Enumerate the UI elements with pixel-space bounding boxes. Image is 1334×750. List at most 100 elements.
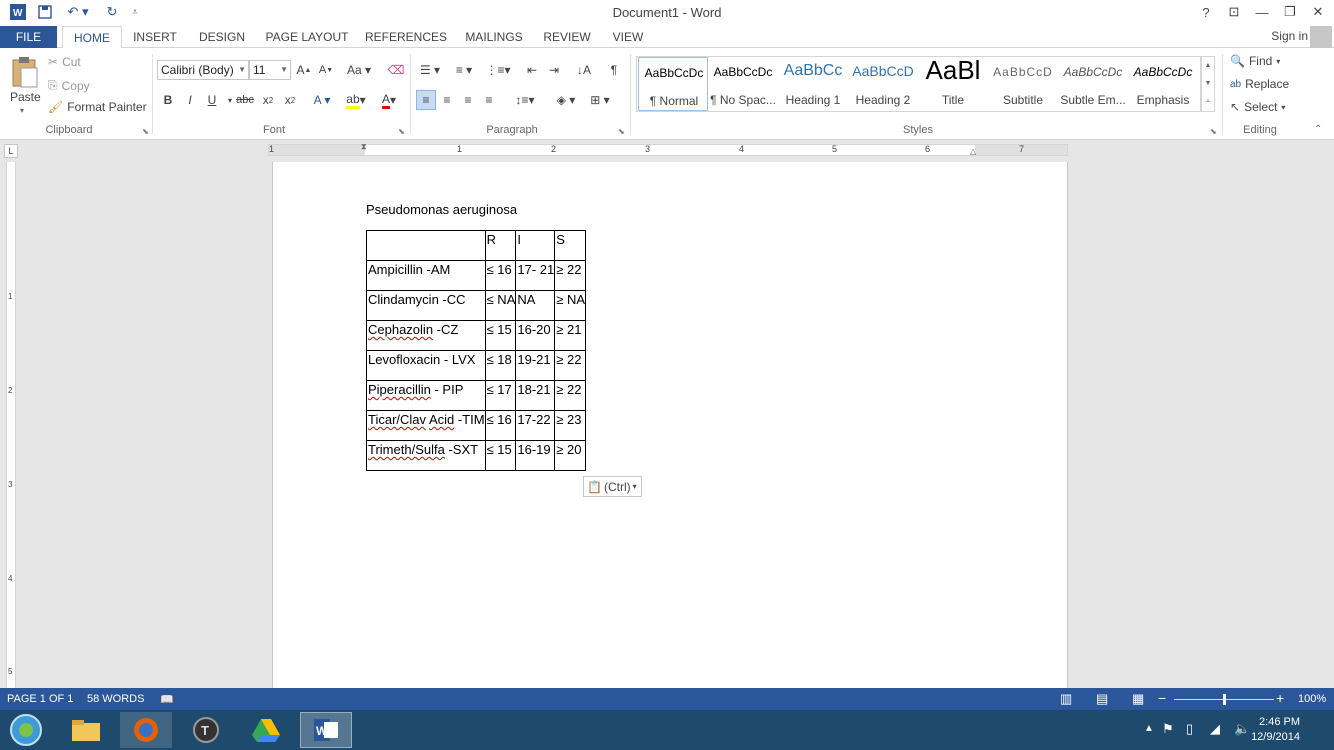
page-count[interactable]: PAGE 1 OF 1 <box>7 693 73 705</box>
table-cell[interactable]: ≤ 15 <box>484 440 517 471</box>
file-explorer-icon[interactable] <box>60 712 112 748</box>
table-cell[interactable]: ≥ 23 <box>554 410 587 441</box>
scroll-up-icon[interactable]: ▲ <box>1202 57 1214 75</box>
document-heading[interactable]: Pseudomonas aeruginosa <box>366 202 517 217</box>
scroll-down-icon[interactable]: ▼ <box>1202 75 1214 93</box>
superscript-button[interactable]: x2 <box>280 90 300 110</box>
select-button[interactable]: ↖ Select ▾ <box>1230 100 1285 114</box>
tab-insert[interactable]: INSERT <box>128 26 182 48</box>
find-button[interactable]: 🔍 Find ▾ <box>1230 54 1280 68</box>
bullets-button[interactable]: ☰ ▾ <box>416 60 444 80</box>
clock[interactable]: 2:46 PM 12/9/2014 <box>1251 715 1300 745</box>
align-center-button[interactable]: ≡ <box>437 90 457 110</box>
action-center-flag-icon[interactable]: ⚑ <box>1162 721 1174 737</box>
table-cell[interactable]: ≥ 22 <box>554 260 587 291</box>
table-cell[interactable]: 18-21 <box>515 380 556 411</box>
subscript-button[interactable]: x2 <box>258 90 278 110</box>
table-cell[interactable]: ≤ NA <box>484 290 517 321</box>
decrease-indent-icon[interactable]: ⇤ <box>522 60 542 80</box>
show-hidden-icons[interactable]: ▲ <box>1144 723 1154 734</box>
minimize-button[interactable]: — <box>1248 2 1276 22</box>
table-cell[interactable]: Clindamycin -CC <box>366 290 486 321</box>
line-spacing-button[interactable]: ↕≡▾ <box>510 90 540 110</box>
font-size-select[interactable]: 11 ▼ <box>249 60 291 80</box>
tab-design[interactable]: DESIGN <box>192 26 252 48</box>
replace-button[interactable]: ab Replace <box>1230 77 1289 91</box>
format-painter-button[interactable]: 🖌 Format Painter <box>48 100 147 114</box>
font-color-button[interactable]: A ▾ <box>374 90 404 110</box>
firefox-icon[interactable] <box>120 712 172 748</box>
volume-icon[interactable]: 🔈 <box>1234 721 1250 737</box>
styles-scroll[interactable]: ▲ ▼ ⩡ <box>1201 56 1215 112</box>
table-cell[interactable]: 17- 21 <box>515 260 556 291</box>
table-cell[interactable]: ≤ 15 <box>484 320 517 351</box>
table-cell[interactable]: ≥ 22 <box>554 350 587 381</box>
numbering-button[interactable]: ≡ ▾ <box>450 60 478 80</box>
highlight-color-button[interactable]: ab ▾ <box>340 90 372 110</box>
read-mode-icon[interactable]: ▥ <box>1060 691 1072 707</box>
table-cell[interactable]: ≤ 16 <box>484 410 517 441</box>
copy-button[interactable]: ⎘ Copy <box>48 78 90 93</box>
right-indent-marker-icon[interactable]: △ <box>970 147 976 156</box>
table-cell[interactable]: 16-19 <box>515 440 556 471</box>
mic-table[interactable]: R I S Ampicillin -AM ≤ 16 17- 21 ≥ 22 Cl… <box>366 230 587 471</box>
table-cell[interactable]: Ampicillin -AM <box>366 260 486 291</box>
table-cell[interactable]: ≤ 18 <box>484 350 517 381</box>
table-cell[interactable]: Piperacillin - PIP <box>366 380 486 411</box>
paste-options-button[interactable]: 📋 (Ctrl) ▾ <box>583 476 642 497</box>
tab-mailings[interactable]: MAILINGS <box>458 26 530 48</box>
word-count[interactable]: 58 WORDS <box>87 693 144 705</box>
shrink-font-button[interactable]: A ▼ <box>316 60 336 80</box>
collapse-ribbon-icon[interactable]: ⌃ <box>1314 124 1322 135</box>
table-cell[interactable]: 17-22 <box>515 410 556 441</box>
tab-home[interactable]: HOME <box>62 26 122 49</box>
font-launcher-icon[interactable]: ⬊ <box>398 127 405 136</box>
tab-references[interactable]: REFERENCES <box>364 26 448 48</box>
underline-button[interactable]: U <box>202 90 222 110</box>
table-cell[interactable]: Ticar/Clav Acid -TIM <box>366 410 486 441</box>
change-case-button[interactable]: Aa ▾ <box>344 60 374 80</box>
table-cell[interactable] <box>366 230 486 261</box>
restore-button[interactable]: ❐ <box>1276 2 1304 22</box>
cut-button[interactable]: ✂ Cut <box>48 55 81 69</box>
table-cell[interactable]: R <box>484 230 517 261</box>
style-subtle-emphasis[interactable]: AaBbCcDc Subtle Em... <box>1058 57 1128 111</box>
table-cell[interactable]: Cephazolin -CZ <box>366 320 486 351</box>
italic-button[interactable]: I <box>180 90 200 110</box>
paste-button[interactable]: Paste ▾ <box>6 54 44 118</box>
table-cell[interactable]: I <box>515 230 556 261</box>
indent-marker-icon[interactable]: ⧗ <box>361 142 367 152</box>
zoom-thumb[interactable] <box>1223 694 1226 705</box>
close-button[interactable]: ✕ <box>1304 2 1332 22</box>
table-cell[interactable]: ≥ 22 <box>554 380 587 411</box>
document-page[interactable]: Pseudomonas aeruginosa R I S Ampicillin … <box>272 162 1068 688</box>
horizontal-ruler[interactable]: 1 1 2 3 4 5 6 7 ⧗ △ <box>268 142 1068 156</box>
style-normal[interactable]: AaBbCcDc ¶ Normal <box>638 57 708 111</box>
game-app-icon[interactable]: T <box>180 712 232 748</box>
tab-review[interactable]: REVIEW <box>540 26 594 48</box>
show-formatting-icon[interactable]: ¶ <box>604 60 624 80</box>
zoom-slider[interactable] <box>1174 694 1274 705</box>
style-heading-2[interactable]: AaBbCcD Heading 2 <box>848 57 918 111</box>
styles-launcher-icon[interactable]: ⬊ <box>1210 127 1217 136</box>
table-cell[interactable]: S <box>554 230 587 261</box>
font-family-select[interactable]: Calibri (Body) ▼ <box>157 60 249 80</box>
table-cell[interactable]: 19-21 <box>515 350 556 381</box>
zoom-out-button[interactable]: − <box>1158 690 1166 706</box>
table-cell[interactable]: 16-20 <box>515 320 556 351</box>
clear-formatting-icon[interactable]: ⌫ <box>386 60 406 80</box>
help-button[interactable]: ? <box>1192 2 1220 22</box>
shading-button[interactable]: ◈ ▾ <box>552 90 580 110</box>
zoom-level[interactable]: 100% <box>1298 693 1326 705</box>
paragraph-launcher-icon[interactable]: ⬊ <box>618 127 625 136</box>
sort-icon[interactable]: ↓A <box>574 60 594 80</box>
start-button[interactable] <box>0 712 52 748</box>
table-cell[interactable]: ≥ NA <box>554 290 587 321</box>
multilevel-list-button[interactable]: ⋮≡▾ <box>484 60 512 80</box>
table-cell[interactable]: ≤ 16 <box>484 260 517 291</box>
more-styles-icon[interactable]: ⩡ <box>1202 93 1214 111</box>
table-cell[interactable]: ≤ 17 <box>484 380 517 411</box>
tab-selector[interactable]: L <box>4 144 18 158</box>
borders-button[interactable]: ⊞ ▾ <box>586 90 614 110</box>
align-left-button[interactable]: ≡ <box>416 90 436 110</box>
